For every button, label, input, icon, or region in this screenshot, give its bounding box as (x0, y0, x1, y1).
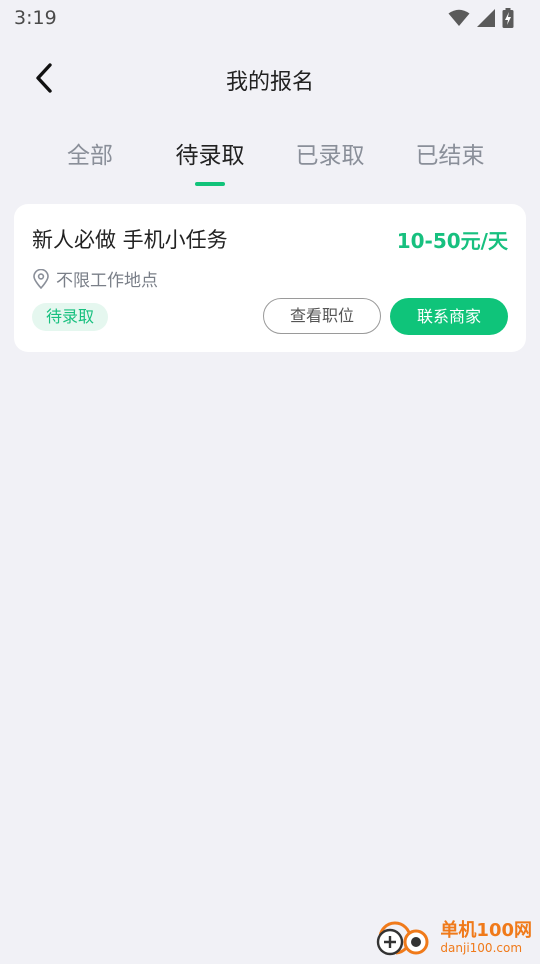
job-salary: 10-50元/天 (396, 229, 508, 253)
watermark-text: 单机100网 danji100.com (440, 920, 532, 955)
wifi-icon (448, 9, 470, 26)
tab-active-indicator (195, 182, 225, 186)
page-title: 我的报名 (225, 70, 314, 95)
job-location: 不限工作地点 (32, 266, 158, 291)
tab-accepted[interactable]: 已录取 (270, 136, 390, 192)
tab-all[interactable]: 全部 (30, 136, 150, 192)
cellular-icon (477, 9, 495, 27)
tab-label: 已结束 (415, 143, 485, 169)
battery-charging-icon (502, 8, 514, 28)
tab-label: 已录取 (295, 143, 365, 169)
tab-label: 全部 (67, 143, 113, 169)
job-location-text: 不限工作地点 (56, 271, 158, 291)
watermark-name: 单机100网 (440, 920, 532, 941)
tab-pending[interactable]: 待录取 (150, 136, 270, 192)
header: 我的报名 (0, 50, 540, 110)
status-bar: 3:19 (0, 0, 540, 36)
contact-merchant-button[interactable]: 联系商家 (390, 298, 508, 335)
view-job-button[interactable]: 查看职位 (263, 298, 381, 334)
watermark-domain: danji100.com (440, 941, 523, 955)
status-icons (448, 8, 526, 28)
tab-bar: 全部 待录取 已录取 已结束 (30, 136, 510, 192)
tab-ended[interactable]: 已结束 (390, 136, 510, 192)
watermark: 单机100网 danji100.com (372, 916, 532, 960)
job-card[interactable]: 新人必做 手机小任务 10-50元/天 不限工作地点 待录取 查看职位 联系商家 (14, 204, 526, 352)
job-title: 新人必做 手机小任务 (32, 228, 228, 252)
location-pin-icon (33, 268, 49, 289)
status-badge: 待录取 (32, 303, 109, 331)
tab-label: 待录取 (175, 143, 245, 169)
status-time: 3:19 (14, 7, 57, 29)
watermark-logo-icon (372, 916, 434, 960)
